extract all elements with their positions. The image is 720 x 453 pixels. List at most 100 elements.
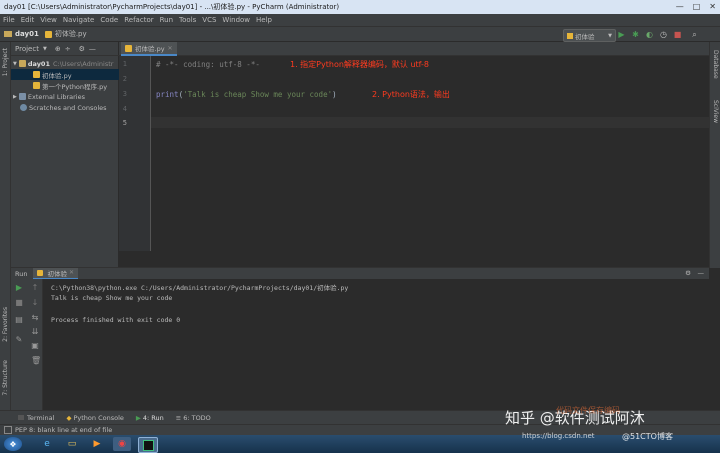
menu-item-view[interactable]: View (40, 16, 57, 24)
scroll-end-icon[interactable]: ⇊ (31, 328, 39, 336)
scroll-down-icon[interactable]: ↓ (31, 299, 39, 307)
hide-icon[interactable]: — (698, 269, 705, 277)
pycharm-taskbar-icon[interactable] (138, 437, 158, 453)
close-icon[interactable]: ✕ (69, 269, 74, 276)
search-icon[interactable]: ⌕ (690, 30, 699, 39)
run-icon[interactable]: ▶ (617, 30, 626, 39)
expand-arrow-icon: ▼ (13, 60, 17, 67)
scroll-up-icon[interactable]: ↑ (31, 284, 39, 292)
pin-icon[interactable]: ✎ (15, 336, 23, 344)
run-tool-tab-label: 4: Run (142, 413, 164, 422)
media-taskbar-icon[interactable]: ▶ (88, 437, 106, 451)
annotation-encoding: 1. 指定Python解释器编码，默认 utf-8 (290, 60, 430, 69)
sciview-tool-button[interactable]: SciView (712, 100, 719, 123)
menu-bar: File Edit View Navigate Code Refactor Run Tools… (0, 14, 720, 26)
python-file-icon (37, 269, 44, 276)
hide-icon[interactable]: — (89, 45, 96, 53)
gear-icon[interactable]: ⚙ (685, 269, 691, 277)
line-number: 4 (122, 105, 127, 113)
layout-icon[interactable]: ▤ (15, 316, 23, 324)
close-button[interactable]: ✕ (709, 2, 716, 11)
navigation-bar: day01 初体验.py 初体验 ▼ ▶ ✱ ◐ ◷ ■ ⌕ (0, 26, 720, 42)
chrome-taskbar-icon[interactable]: ◉ (113, 437, 131, 451)
start-button[interactable]: ❖ (4, 437, 22, 451)
editor-tab[interactable]: 初体验.py ✕ (121, 42, 177, 56)
menu-item-run[interactable]: Run (160, 16, 173, 24)
code-line-1: # -*- coding: utf-8 -*- (156, 60, 260, 69)
project-panel-header: Project ▼ ⊕ ÷ ⚙ — (11, 42, 119, 56)
favorites-tool-button[interactable]: 2: Favorites (2, 307, 9, 342)
status-message: PEP 8: blank line at end of file (15, 426, 113, 434)
tree-item-day01[interactable]: ▼ day01 C:\Users\Administr (11, 58, 121, 69)
menu-item-help[interactable]: Help (256, 16, 272, 24)
gear-icon[interactable]: ⚙ (79, 45, 85, 53)
run-tab[interactable]: 初体验 ✕ (33, 267, 78, 280)
soft-wrap-icon[interactable]: ⇆ (31, 314, 39, 322)
python-console-tab[interactable]: ◆ Python Console (66, 414, 123, 422)
profile-icon[interactable]: ◷ (659, 30, 668, 39)
rerun-icon[interactable]: ▶ (15, 284, 23, 292)
window-title: day01 [C:\Users\Administrator\PycharmPro… (4, 3, 340, 11)
editor-tab-bar: 初体验.py ✕ (119, 42, 709, 56)
project-panel: Project ▼ ⊕ ÷ ⚙ — ▼ day01 C:\Users\Admin… (11, 42, 141, 268)
close-icon[interactable]: ✕ (168, 45, 173, 52)
run-configuration-label: 初体验 (575, 32, 595, 41)
breadcrumb-project[interactable]: day01 (15, 30, 39, 38)
breadcrumb-file[interactable]: 初体验.py (55, 29, 87, 39)
database-tool-button[interactable]: Database (712, 50, 719, 79)
code-editor[interactable]: # -*- coding: utf-8 -*- print('Talk is c… (151, 56, 709, 251)
tree-item-label: Scratches and Consoles (29, 103, 107, 112)
line-number: 1 (122, 60, 127, 68)
menu-item-refactor[interactable]: Refactor (124, 16, 153, 24)
console-line: Process finished with exit code 0 (51, 316, 181, 324)
debug-icon[interactable]: ✱ (631, 30, 640, 39)
run-tool-tab[interactable]: ▶ 4: Run (136, 414, 164, 422)
project-tool-button[interactable]: 1: Project (2, 48, 9, 76)
print-icon[interactable]: ▣ (31, 342, 39, 350)
tree-item-external-libraries[interactable]: ▶ External Libraries (11, 91, 121, 102)
python-file-icon (33, 82, 40, 89)
menu-item-vcs[interactable]: VCS (202, 16, 216, 24)
right-tool-strip: Database SciView (709, 42, 720, 268)
trash-icon[interactable]: 🗑 (31, 357, 41, 365)
run-console[interactable]: C:\Python38\python.exe C:/Users/Administ… (43, 279, 709, 410)
line-number: 3 (122, 90, 127, 98)
maximize-button[interactable]: □ (693, 2, 701, 11)
stop-icon[interactable]: ■ (15, 299, 23, 307)
locate-icon[interactable]: ⊕ (55, 45, 61, 53)
todo-tab-label: 6: TODO (183, 413, 211, 422)
run-icon: ▶ (135, 413, 141, 422)
chevron-down-icon: ▼ (42, 45, 47, 52)
coverage-icon[interactable]: ◐ (645, 30, 654, 39)
explorer-taskbar-icon[interactable]: ▭ (63, 437, 81, 451)
minimize-button[interactable]: — (676, 2, 684, 11)
terminal-tab[interactable]: Terminal (18, 414, 54, 422)
terminal-tab-label: Terminal (27, 413, 55, 422)
windows-taskbar: ❖ e ▭ ▶ ◉ (0, 435, 720, 453)
left-tool-strip: 1: Project 2: Favorites 7: Structure (0, 42, 11, 410)
menu-item-navigate[interactable]: Navigate (63, 16, 94, 24)
editor-tab-label: 初体验.py (135, 45, 165, 53)
menu-item-tools[interactable]: Tools (179, 16, 196, 24)
console-line: Talk is cheap Show me your code (51, 294, 173, 302)
watermark-faint-text: 代码文件保存编码 (556, 406, 620, 415)
menu-item-file[interactable]: File (3, 16, 15, 24)
ie-taskbar-icon[interactable]: e (38, 437, 56, 451)
line-number: 5 (122, 119, 127, 127)
console-line: C:\Python38\python.exe C:/Users/Administ… (51, 284, 349, 292)
stop-icon[interactable]: ■ (673, 30, 682, 39)
structure-tool-button[interactable]: 7: Structure (2, 360, 9, 396)
folder-icon (4, 31, 12, 37)
code-function: print (156, 90, 179, 99)
menu-item-code[interactable]: Code (100, 16, 118, 24)
menu-item-window[interactable]: Window (222, 16, 250, 24)
project-view-select[interactable]: Project (15, 45, 39, 53)
status-icon (4, 426, 12, 434)
todo-tab[interactable]: ≡ 6: TODO (176, 414, 211, 422)
tree-item-label: 第一个Python程序.py (42, 82, 108, 91)
menu-item-edit[interactable]: Edit (21, 16, 35, 24)
run-configuration-select[interactable]: 初体验 ▼ (563, 29, 616, 42)
tree-item-scratches[interactable]: Scratches and Consoles (11, 102, 128, 113)
watermark-blog: @51CTO博客 (622, 432, 673, 441)
collapse-icon[interactable]: ÷ (65, 45, 71, 53)
